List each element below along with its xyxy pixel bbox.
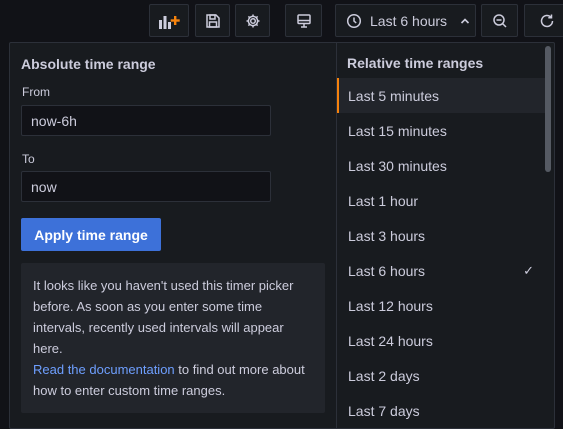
save-dashboard-button[interactable]	[195, 4, 230, 37]
chevron-up-icon	[460, 17, 470, 24]
zoom-out-icon	[492, 13, 507, 28]
check-icon: ✓	[523, 262, 534, 278]
relative-range-list: Last 5 minutes Last 15 minutes Last 30 min…	[337, 78, 545, 428]
relative-range-item[interactable]: Last 12 hours	[337, 288, 545, 323]
relative-range-label: Last 7 days	[348, 402, 420, 419]
relative-range-item[interactable]: Last 5 minutes	[337, 78, 545, 113]
to-label: To	[22, 152, 35, 166]
add-panel-button[interactable]	[149, 4, 189, 37]
info-text: It looks like you haven't used this time…	[33, 278, 294, 356]
gear-icon	[246, 14, 259, 27]
relative-range-item[interactable]: Last 3 hours	[337, 218, 545, 253]
relative-range-item[interactable]: Last 15 minutes	[337, 113, 545, 148]
time-range-picker-panel: Absolute time range From To Apply time r…	[9, 42, 555, 429]
from-input[interactable]	[21, 105, 271, 136]
relative-range-item[interactable]: Last 1 hour	[337, 183, 545, 218]
relative-range-label: Last 1 hour	[348, 192, 419, 209]
absolute-time-range-title: Absolute time range	[21, 56, 156, 72]
to-input[interactable]	[21, 171, 271, 202]
settings-button[interactable]	[235, 4, 270, 37]
relative-range-label: Last 5 minutes	[348, 87, 440, 104]
clock-icon	[346, 13, 362, 28]
relative-time-ranges-title: Relative time ranges	[347, 55, 484, 71]
scrollbar[interactable]	[545, 46, 551, 172]
absolute-time-range-section: Absolute time range From To Apply time r…	[10, 43, 337, 428]
relative-range-label: Last 2 days	[348, 367, 420, 384]
relative-range-item[interactable]: Last 24 hours	[337, 323, 545, 358]
save-icon	[205, 13, 220, 28]
relative-range-label: Last 6 hours	[348, 262, 426, 279]
relative-range-item[interactable]: Last 30 minutes	[337, 148, 545, 183]
apply-time-range-button[interactable]: Apply time range	[21, 218, 161, 251]
relative-range-item[interactable]: Last 7 days	[337, 393, 545, 428]
monitor-icon	[296, 13, 311, 28]
refresh-icon	[540, 14, 553, 27]
dashboard-toolbar: Last 6 hours	[0, 0, 563, 42]
add-panel-icon	[159, 15, 180, 29]
relative-time-ranges-section: Relative time ranges Last 5 minutes Last …	[337, 43, 554, 428]
relative-range-label: Last 3 hours	[348, 227, 426, 244]
relative-range-item[interactable]: Last 2 days	[337, 358, 545, 393]
relative-range-label: Last 15 minutes	[348, 122, 447, 139]
relative-range-label: Last 24 hours	[348, 332, 433, 349]
zoom-out-button[interactable]	[481, 4, 518, 37]
documentation-link[interactable]: Read the documentation	[33, 362, 175, 377]
refresh-button[interactable]	[524, 4, 563, 37]
view-mode-button[interactable]	[285, 4, 322, 37]
time-picker-label: Last 6 hours	[370, 12, 448, 29]
relative-range-item[interactable]: Last 6 hours ✓	[337, 253, 545, 288]
relative-range-label: Last 30 minutes	[348, 157, 447, 174]
time-picker-button[interactable]: Last 6 hours	[335, 4, 476, 37]
info-box: It looks like you haven't used this time…	[21, 263, 325, 413]
from-label: From	[22, 85, 50, 99]
relative-range-label: Last 12 hours	[348, 297, 433, 314]
